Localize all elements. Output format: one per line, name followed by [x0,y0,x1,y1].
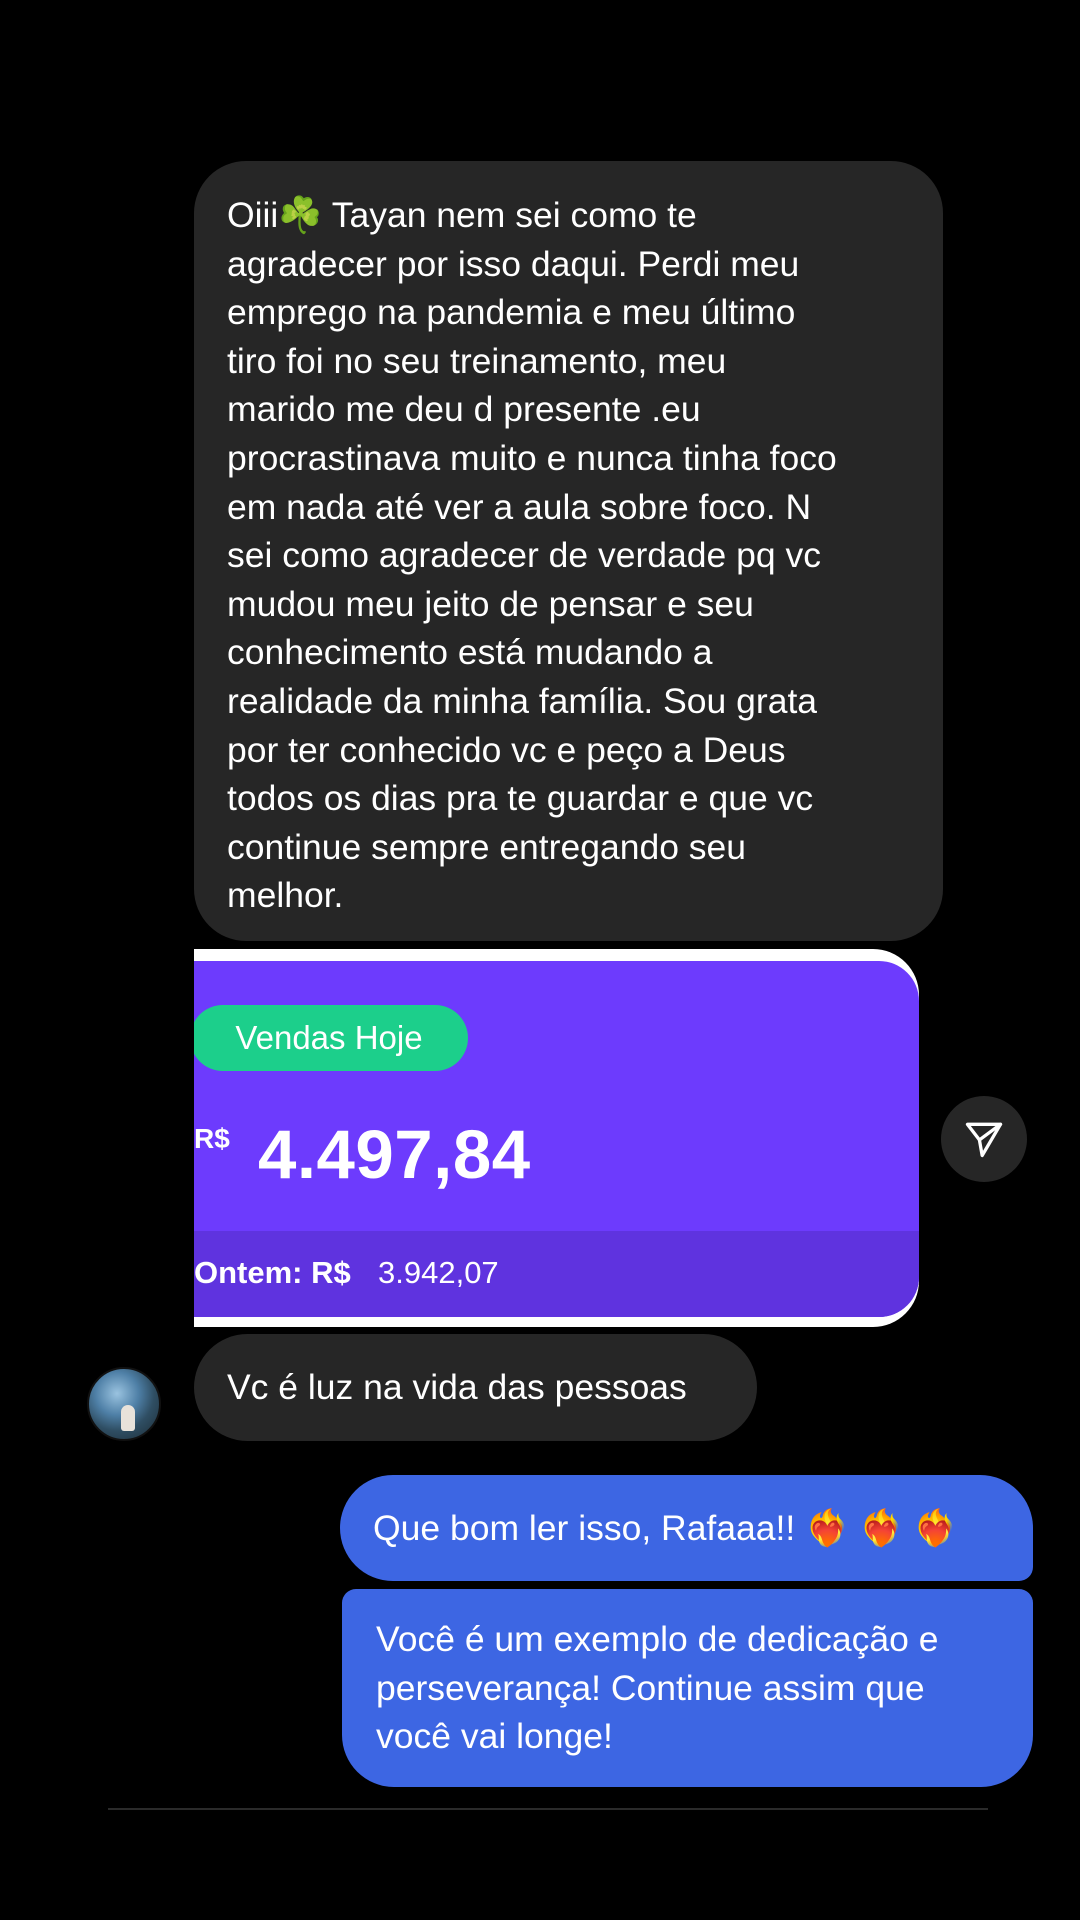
sent-message-bubble[interactable]: Você é um exemplo de dedicação e perseve… [342,1589,1033,1787]
sales-today-pill: Vendas Hoje [194,1005,468,1071]
message-text: Tayan nem sei como te agradecer por isso… [227,195,837,916]
sales-card-body: Vendas Hoje R$ 4.497,84 Ontem: R$ 3.942,… [194,961,919,1317]
yesterday-row: Ontem: R$ 3.942,07 [194,1231,919,1317]
received-message-bubble[interactable]: Oiii☘️ Tayan nem sei como te agradecer p… [194,161,943,941]
message-text-prefix: Oiii [227,195,279,235]
sent-message-bubble[interactable]: Que bom ler isso, Rafaaa!! ❤️‍🔥 ❤️‍🔥 ❤️‍… [340,1475,1033,1581]
currency-symbol: R$ [194,1123,230,1154]
clover-emoji: ☘️ [278,195,323,235]
yesterday-value: 3.942,07 [378,1255,499,1290]
avatar-figure [121,1405,135,1431]
yesterday-label: Ontem: R$ [194,1255,351,1290]
avatar[interactable] [87,1367,161,1441]
share-button[interactable] [941,1096,1027,1182]
paper-plane-icon [965,1122,1003,1158]
shared-image-sales-card[interactable]: Vendas Hoje R$ 4.497,84 Ontem: R$ 3.942,… [194,949,919,1327]
composer-divider [108,1808,988,1810]
sales-amount: 4.497,84 [258,1116,531,1193]
received-message-bubble[interactable]: Vc é luz na vida das pessoas [194,1334,757,1441]
